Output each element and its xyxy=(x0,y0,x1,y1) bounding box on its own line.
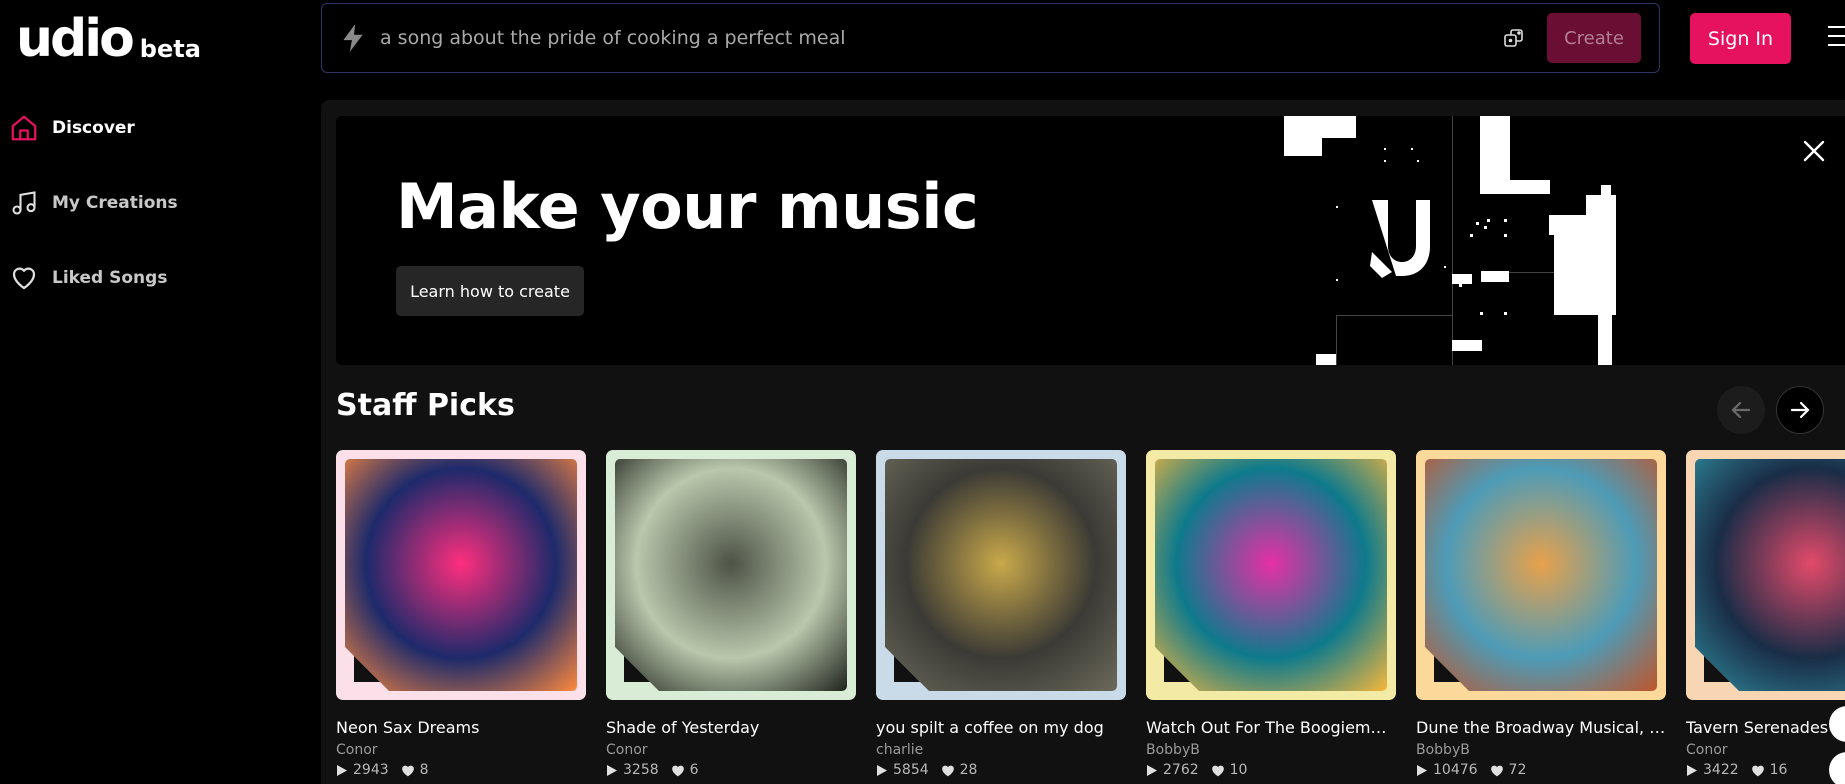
like-count: 28 xyxy=(959,762,978,778)
heart-icon xyxy=(1751,765,1764,776)
heart-icon xyxy=(1490,765,1503,776)
song-card[interactable]: you spilt a coffee on my dog charlie 5854 2… xyxy=(876,450,1126,778)
song-cover-art[interactable] xyxy=(1686,450,1845,700)
song-author[interactable]: Conor xyxy=(606,742,856,758)
lightning-icon xyxy=(338,23,368,53)
play-icon xyxy=(337,764,347,776)
song-card[interactable]: Dune the Broadway Musical, Sh... BobbyB 10… xyxy=(1416,450,1666,778)
song-title[interactable]: Neon Sax Dreams xyxy=(336,718,586,737)
song-author[interactable]: BobbyB xyxy=(1146,742,1396,758)
song-stats: 5854 28 xyxy=(876,762,1126,778)
play-icon xyxy=(877,764,887,776)
sidebar-item-liked-songs[interactable]: Liked Songs xyxy=(8,262,308,294)
song-card[interactable]: Tavern Serenades Conor 3422 16 xyxy=(1686,450,1845,778)
hero-title: Make your music xyxy=(396,170,979,243)
song-cover-art[interactable] xyxy=(1416,450,1666,700)
learn-how-button[interactable]: Learn how to create xyxy=(396,266,584,316)
sidebar-item-discover[interactable]: Discover xyxy=(8,112,308,144)
play-icon xyxy=(1147,764,1157,776)
like-count: 8 xyxy=(419,762,429,778)
song-stats: 3422 16 xyxy=(1686,762,1845,778)
udio-triangle-icon xyxy=(624,656,650,682)
play-count: 3422 xyxy=(1703,762,1739,778)
play-icon xyxy=(1417,764,1427,776)
udio-triangle-icon xyxy=(354,656,380,682)
sidebar-item-label: Liked Songs xyxy=(52,268,168,288)
hero-pixel-art xyxy=(1284,116,1616,365)
udio-triangle-icon xyxy=(1434,656,1460,682)
song-card[interactable]: Neon Sax Dreams Conor 2943 8 xyxy=(336,450,586,778)
like-count: 10 xyxy=(1229,762,1248,778)
heart-icon xyxy=(671,765,684,776)
prompt-input[interactable]: a song about the pride of cooking a perf… xyxy=(380,27,1499,49)
udio-logo[interactable]: udio beta xyxy=(16,9,201,69)
sidebar-item-label: My Creations xyxy=(52,193,178,213)
song-title[interactable]: Shade of Yesterday xyxy=(606,718,856,737)
logo-beta-tag: beta xyxy=(139,35,201,63)
carousel-next-button[interactable] xyxy=(1776,386,1824,434)
heart-icon xyxy=(1211,765,1224,776)
arrow-right-icon xyxy=(1790,401,1810,419)
song-title[interactable]: Watch Out For The Boogieman, ... xyxy=(1146,718,1396,737)
heart-icon xyxy=(8,262,40,294)
song-cover-art[interactable] xyxy=(876,450,1126,700)
song-stats: 10476 72 xyxy=(1416,762,1666,778)
arrow-left-icon xyxy=(1731,401,1751,419)
sidebar-item-label: Discover xyxy=(52,118,135,138)
like-count: 6 xyxy=(689,762,699,778)
song-title[interactable]: Tavern Serenades xyxy=(1686,718,1845,737)
song-stats: 3258 6 xyxy=(606,762,856,778)
song-author[interactable]: charlie xyxy=(876,742,1126,758)
udio-triangle-icon xyxy=(1164,656,1190,682)
heart-icon xyxy=(401,765,414,776)
play-count: 10476 xyxy=(1433,762,1478,778)
random-prompt-icon[interactable] xyxy=(1499,23,1529,53)
song-stats: 2762 10 xyxy=(1146,762,1396,778)
song-cover-art[interactable] xyxy=(1146,450,1396,700)
song-cover-art[interactable] xyxy=(336,450,586,700)
like-count: 72 xyxy=(1508,762,1527,778)
song-stats: 2943 8 xyxy=(336,762,586,778)
play-count: 2762 xyxy=(1163,762,1199,778)
heart-icon xyxy=(941,765,954,776)
sidebar-item-my-creations[interactable]: My Creations xyxy=(8,187,308,219)
udio-triangle-icon xyxy=(894,656,920,682)
play-count: 3258 xyxy=(623,762,659,778)
song-title[interactable]: you spilt a coffee on my dog xyxy=(876,718,1126,737)
song-cover-art[interactable] xyxy=(606,450,856,700)
sidebar-nav: Discover My Creations Liked Songs xyxy=(8,112,308,337)
logo-wordmark: udio xyxy=(16,9,135,69)
create-button[interactable]: Create xyxy=(1547,13,1641,63)
play-count: 5854 xyxy=(893,762,929,778)
song-author[interactable]: Conor xyxy=(336,742,586,758)
home-icon xyxy=(8,112,40,144)
song-card[interactable]: Watch Out For The Boogieman, ... BobbyB 27… xyxy=(1146,450,1396,778)
play-count: 2943 xyxy=(353,762,389,778)
song-title[interactable]: Dune the Broadway Musical, Sh... xyxy=(1416,718,1666,737)
play-icon xyxy=(1687,764,1697,776)
section-title-staff-picks: Staff Picks xyxy=(336,388,515,423)
carousel-prev-button[interactable] xyxy=(1717,386,1765,434)
song-author[interactable]: Conor xyxy=(1686,742,1845,758)
close-icon[interactable] xyxy=(1801,138,1827,164)
prompt-bar: a song about the pride of cooking a perf… xyxy=(321,3,1660,73)
song-card[interactable]: Shade of Yesterday Conor 3258 6 xyxy=(606,450,856,778)
hamburger-menu-icon[interactable] xyxy=(1828,26,1845,50)
song-author[interactable]: BobbyB xyxy=(1416,742,1666,758)
sign-in-button[interactable]: Sign In xyxy=(1690,13,1791,64)
udio-triangle-icon xyxy=(1704,656,1730,682)
music-note-icon xyxy=(8,187,40,219)
play-icon xyxy=(607,764,617,776)
like-count: 16 xyxy=(1769,762,1788,778)
hero-banner: Make your music Learn how to create xyxy=(336,116,1845,365)
